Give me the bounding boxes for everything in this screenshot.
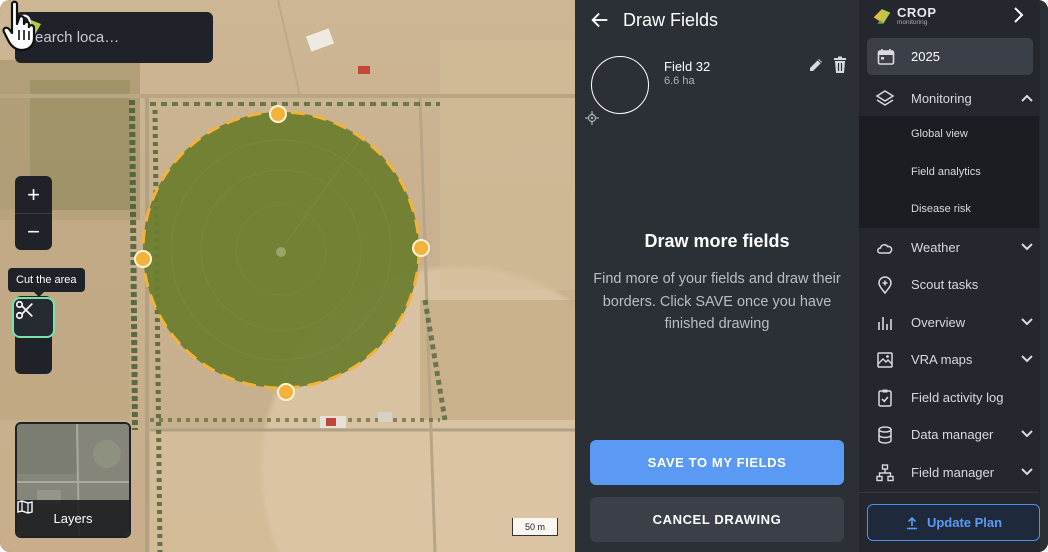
- database-icon: [875, 425, 895, 445]
- layers-label-row: Layers: [17, 500, 129, 536]
- brand-title: CROP: [897, 4, 937, 20]
- season-year: 2025: [911, 49, 940, 64]
- sidebar-item-label: Field activity log: [911, 390, 1004, 405]
- field-name: Field 32: [664, 59, 711, 74]
- sidebar-item-label: Data manager: [911, 427, 994, 442]
- zoom-out-button[interactable]: −: [15, 213, 52, 250]
- chevron-down-icon: [1021, 318, 1033, 326]
- sidebar-item-overview[interactable]: Overview: [859, 304, 1039, 341]
- sidebar-item-weather[interactable]: Weather: [859, 229, 1039, 266]
- sidebar-item-label: Monitoring: [911, 91, 972, 106]
- sidebar-header: CROP monitoring: [859, 0, 1048, 32]
- draw-more-heading: Draw more fields: [644, 231, 790, 251]
- sidebar-item-label: Weather: [911, 240, 960, 255]
- cancel-drawing-button[interactable]: CANCEL DRAWING: [590, 497, 844, 542]
- zoom-in-button[interactable]: +: [15, 176, 52, 213]
- pin-plus-icon: [875, 275, 895, 295]
- layers-label: Layers: [53, 510, 93, 526]
- image-map-icon: [875, 350, 895, 370]
- save-fields-button[interactable]: SAVE TO MY FIELDS: [590, 440, 844, 485]
- monitoring-submenu: Global view Field analytics Disease risk: [859, 116, 1039, 228]
- cloud-icon: [875, 238, 895, 258]
- map-scale: 50 m: [512, 518, 558, 536]
- sidebar-item-monitoring[interactable]: Monitoring: [859, 80, 1039, 117]
- sidebar-scrollbar[interactable]: [1040, 0, 1048, 552]
- layers-stack-icon: [875, 89, 895, 109]
- clipboard-check-icon: [875, 388, 895, 408]
- submenu-global-view[interactable]: Global view: [911, 128, 968, 140]
- chevron-down-icon: [1021, 468, 1033, 476]
- sidebar-divider: [859, 492, 1039, 493]
- season-selector[interactable]: 2025: [867, 38, 1033, 75]
- update-plan-label: Update Plan: [926, 515, 1003, 530]
- submenu-field-analytics[interactable]: Field analytics: [911, 166, 981, 178]
- crop-monitoring-logo: [873, 9, 891, 24]
- search-input[interactable]: Search loca…: [25, 29, 203, 46]
- chevron-down-icon: [1021, 243, 1033, 251]
- sidebar-item-label: Scout tasks: [911, 277, 979, 292]
- main-sidebar: CROP monitoring 2025 Monitoring Global v…: [859, 0, 1048, 552]
- chevron-right-icon[interactable]: [1010, 6, 1026, 24]
- brand-subtitle: monitoring: [897, 18, 928, 26]
- sidebar-item-scout-tasks[interactable]: Scout tasks: [859, 266, 1039, 303]
- panel-header: Draw Fields: [575, 0, 859, 40]
- layers-button[interactable]: Layers: [15, 422, 131, 538]
- chevron-down-icon: [1021, 355, 1033, 363]
- upload-arrow-icon: [906, 516, 917, 529]
- brand-name: CROP monitoring: [897, 6, 937, 27]
- sidebar-item-label: Overview: [911, 315, 966, 330]
- delete-trash-icon[interactable]: [832, 56, 848, 74]
- chevron-up-icon: [1021, 94, 1033, 102]
- sidebar-item-vra-maps[interactable]: VRA maps: [859, 341, 1039, 378]
- locate-icon[interactable]: [585, 111, 599, 125]
- sidebar-item-label: VRA maps: [911, 352, 973, 367]
- draw-fields-panel: Draw Fields Field 32 6.6 ha Draw more fi…: [575, 0, 859, 552]
- calendar-icon: [877, 48, 895, 65]
- submenu-disease-risk[interactable]: Disease risk: [911, 203, 971, 215]
- pointer-hand-icon: [2, 0, 36, 52]
- bar-chart-icon: [875, 313, 895, 333]
- scissors-icon: [15, 300, 33, 320]
- chevron-down-icon: [1021, 430, 1033, 438]
- sidebar-item-data-manager[interactable]: Data manager: [859, 416, 1039, 453]
- cut-area-tooltip: Cut the area: [8, 268, 85, 297]
- field-area: 6.6 ha: [664, 75, 695, 87]
- zoom-controls: + −: [15, 176, 52, 250]
- field-shape-preview: [591, 56, 649, 114]
- back-arrow-icon[interactable]: [589, 9, 611, 31]
- satellite-map[interactable]: Search loca… + − Cut the area Layers 50 …: [0, 0, 575, 552]
- sidebar-item-label: Field manager: [911, 465, 995, 480]
- app-frame: Search loca… + − Cut the area Layers 50 …: [0, 0, 1048, 552]
- draw-more-description: Find more of your fields and draw their …: [593, 271, 841, 332]
- map-icon: [17, 500, 33, 514]
- cut-area-button[interactable]: [12, 297, 55, 338]
- hierarchy-icon: [875, 463, 895, 483]
- edit-pencil-icon[interactable]: [807, 56, 825, 74]
- panel-title: Draw Fields: [623, 9, 719, 30]
- sidebar-item-field-manager[interactable]: Field manager: [859, 454, 1039, 491]
- sidebar-item-field-activity-log[interactable]: Field activity log: [859, 379, 1039, 416]
- update-plan-button[interactable]: Update Plan: [867, 504, 1040, 541]
